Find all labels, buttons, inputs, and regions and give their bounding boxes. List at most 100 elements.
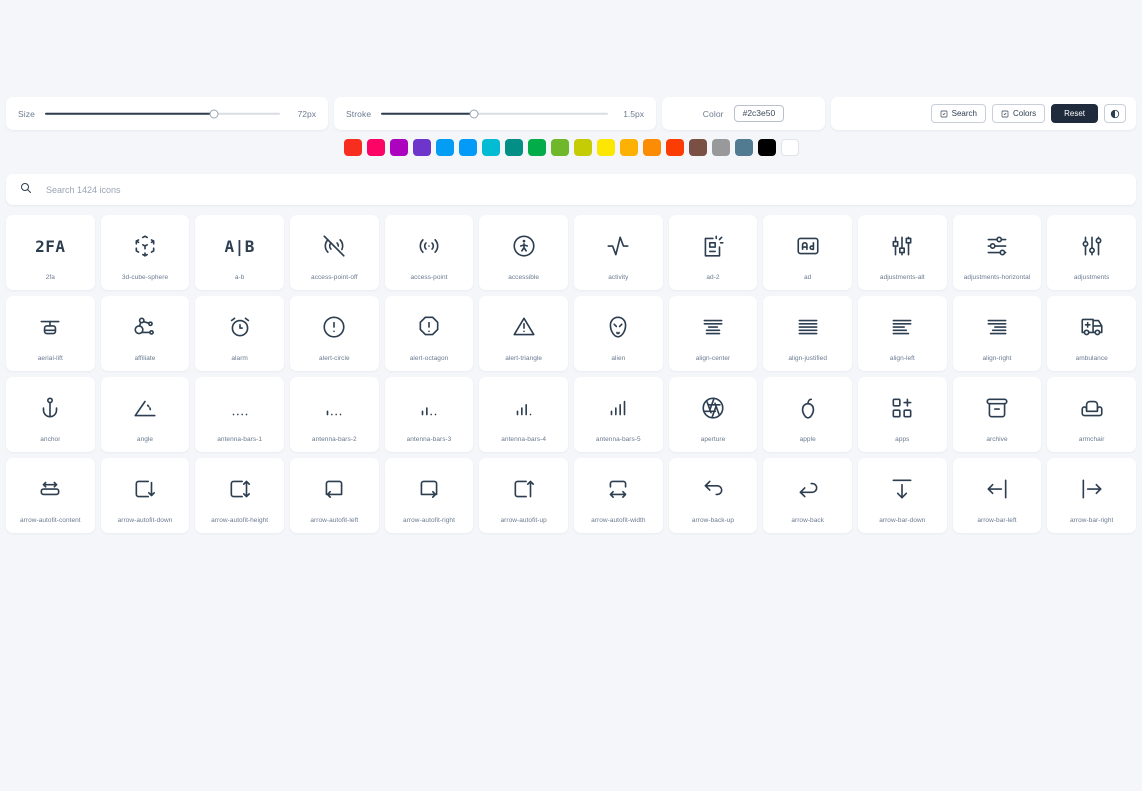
icon-name-label: arrow-autofit-left: [310, 517, 359, 524]
color-swatch[interactable]: [780, 139, 799, 156]
icon-cell[interactable]: arrow-autofit-down: [100, 458, 190, 533]
icon-cell[interactable]: affiliate: [100, 296, 190, 371]
size-control: Size 72px: [6, 97, 328, 130]
theme-toggle-button[interactable]: [1104, 104, 1126, 123]
icon-cell[interactable]: 3d-cube-sphere: [100, 215, 190, 290]
contrast-circle-icon: [1110, 109, 1120, 119]
icon-cell[interactable]: align-justified: [763, 296, 852, 371]
icon-cell[interactable]: antenna-bars-3: [384, 377, 474, 452]
icon-cell[interactable]: alarm: [195, 296, 284, 371]
icon-cell[interactable]: arrow-autofit-height: [195, 458, 284, 533]
antenna-bars-3-icon: [416, 386, 442, 430]
icon-cell[interactable]: arrow-autofit-up: [479, 458, 568, 533]
icon-cell[interactable]: arrow-bar-right: [1047, 458, 1136, 533]
stroke-slider[interactable]: [381, 107, 608, 121]
icon-cell[interactable]: armchair: [1047, 377, 1136, 452]
icon-cell[interactable]: arrow-bar-left: [952, 458, 1042, 533]
angle-icon: [132, 386, 158, 430]
icon-cell[interactable]: antenna-bars-4: [479, 377, 568, 452]
color-swatch[interactable]: [504, 139, 523, 156]
icon-name-label: adjustments: [1073, 274, 1110, 281]
icon-cell[interactable]: alert-octagon: [384, 296, 474, 371]
icon-cell[interactable]: alert-triangle: [479, 296, 568, 371]
icon-name-label: align-left: [889, 355, 915, 362]
stroke-slider-thumb[interactable]: [469, 109, 479, 118]
icon-cell[interactable]: antenna-bars-5: [573, 377, 663, 452]
icon-cell[interactable]: A|B a-b: [195, 215, 284, 290]
search-button[interactable]: Search: [930, 104, 986, 123]
antenna-bars-5-icon: [605, 386, 631, 430]
color-swatch[interactable]: [688, 139, 707, 156]
icon-cell[interactable]: alien: [573, 296, 663, 371]
icon-cell[interactable]: archive: [952, 377, 1042, 452]
icon-cell[interactable]: anchor: [6, 377, 95, 452]
color-swatch[interactable]: [642, 139, 661, 156]
icon-cell[interactable]: arrow-autofit-right: [384, 458, 474, 533]
color-value-field[interactable]: #2c3e50: [733, 105, 785, 122]
icon-cell[interactable]: apps: [857, 377, 947, 452]
icon-cell[interactable]: arrow-bar-down: [857, 458, 947, 533]
color-swatch[interactable]: [596, 139, 615, 156]
color-swatch[interactable]: [734, 139, 753, 156]
color-swatch[interactable]: [619, 139, 638, 156]
icon-cell[interactable]: adjustments-horizontal: [952, 215, 1042, 290]
icon-name-label: 2fa: [45, 274, 55, 281]
anchor-icon: [37, 386, 63, 430]
icon-cell[interactable]: arrow-back: [763, 458, 852, 533]
color-swatch[interactable]: [665, 139, 684, 156]
adjustments-alt-icon: [889, 224, 915, 268]
icon-cell[interactable]: apple: [763, 377, 852, 452]
icon-cell[interactable]: ad: [763, 215, 852, 290]
size-slider-thumb[interactable]: [209, 109, 219, 118]
arrow-autofit-content-icon: [37, 467, 63, 511]
icon-cell[interactable]: align-left: [857, 296, 947, 371]
search-bar[interactable]: [6, 174, 1136, 205]
icon-cell[interactable]: aerial-lift: [6, 296, 95, 371]
size-slider[interactable]: [44, 107, 280, 121]
icon-cell[interactable]: ad-2: [668, 215, 758, 290]
icon-name-label: affiliate: [134, 355, 156, 362]
color-swatch[interactable]: [527, 139, 546, 156]
colors-button[interactable]: Colors: [991, 104, 1046, 123]
color-swatch[interactable]: [573, 139, 592, 156]
color-swatch[interactable]: [481, 139, 500, 156]
icon-cell[interactable]: adjustments: [1047, 215, 1136, 290]
icon-grid: 2FA 2fa 3d-cube-sphere A|B a-b access-point-o…: [6, 215, 1136, 533]
arrow-autofit-right-icon: [416, 467, 442, 511]
color-swatch[interactable]: [550, 139, 569, 156]
icon-name-label: arrow-back: [791, 517, 824, 524]
icon-cell[interactable]: access-point-off: [289, 215, 379, 290]
color-swatch[interactable]: [412, 139, 431, 156]
icon-cell[interactable]: align-right: [952, 296, 1042, 371]
antenna-bars-4-icon: [511, 386, 537, 430]
color-swatch[interactable]: [458, 139, 477, 156]
icon-cell[interactable]: activity: [573, 215, 663, 290]
icon-cell[interactable]: accessible: [479, 215, 568, 290]
color-swatch[interactable]: [343, 139, 362, 156]
icon-cell[interactable]: adjustments-alt: [857, 215, 947, 290]
icon-cell[interactable]: arrow-back-up: [668, 458, 758, 533]
icon-name-label: adjustments-alt: [879, 274, 925, 281]
icon-cell[interactable]: access-point: [384, 215, 474, 290]
icon-cell[interactable]: aperture: [668, 377, 758, 452]
icon-cell[interactable]: arrow-autofit-width: [573, 458, 663, 533]
icon-cell[interactable]: ambulance: [1047, 296, 1136, 371]
color-swatch[interactable]: [366, 139, 385, 156]
icon-cell[interactable]: antenna-bars-1: [195, 377, 284, 452]
icon-cell[interactable]: align-center: [668, 296, 758, 371]
icon-cell[interactable]: angle: [100, 377, 190, 452]
color-swatch[interactable]: [757, 139, 776, 156]
color-swatch[interactable]: [711, 139, 730, 156]
icon-name-label: alien: [611, 355, 626, 362]
icon-cell[interactable]: arrow-autofit-content: [6, 458, 95, 533]
icon-cell[interactable]: 2FA 2fa: [6, 215, 95, 290]
icon-cell[interactable]: antenna-bars-2: [289, 377, 379, 452]
color-swatch[interactable]: [435, 139, 454, 156]
search-input[interactable]: [44, 183, 1122, 196]
icon-cell[interactable]: arrow-autofit-left: [289, 458, 379, 533]
arrow-bar-left-icon: [984, 467, 1010, 511]
reset-button[interactable]: Reset: [1051, 104, 1098, 123]
color-swatch[interactable]: [389, 139, 408, 156]
icon-cell[interactable]: alert-circle: [289, 296, 379, 371]
actions-group: Search Colors Reset: [831, 97, 1136, 130]
